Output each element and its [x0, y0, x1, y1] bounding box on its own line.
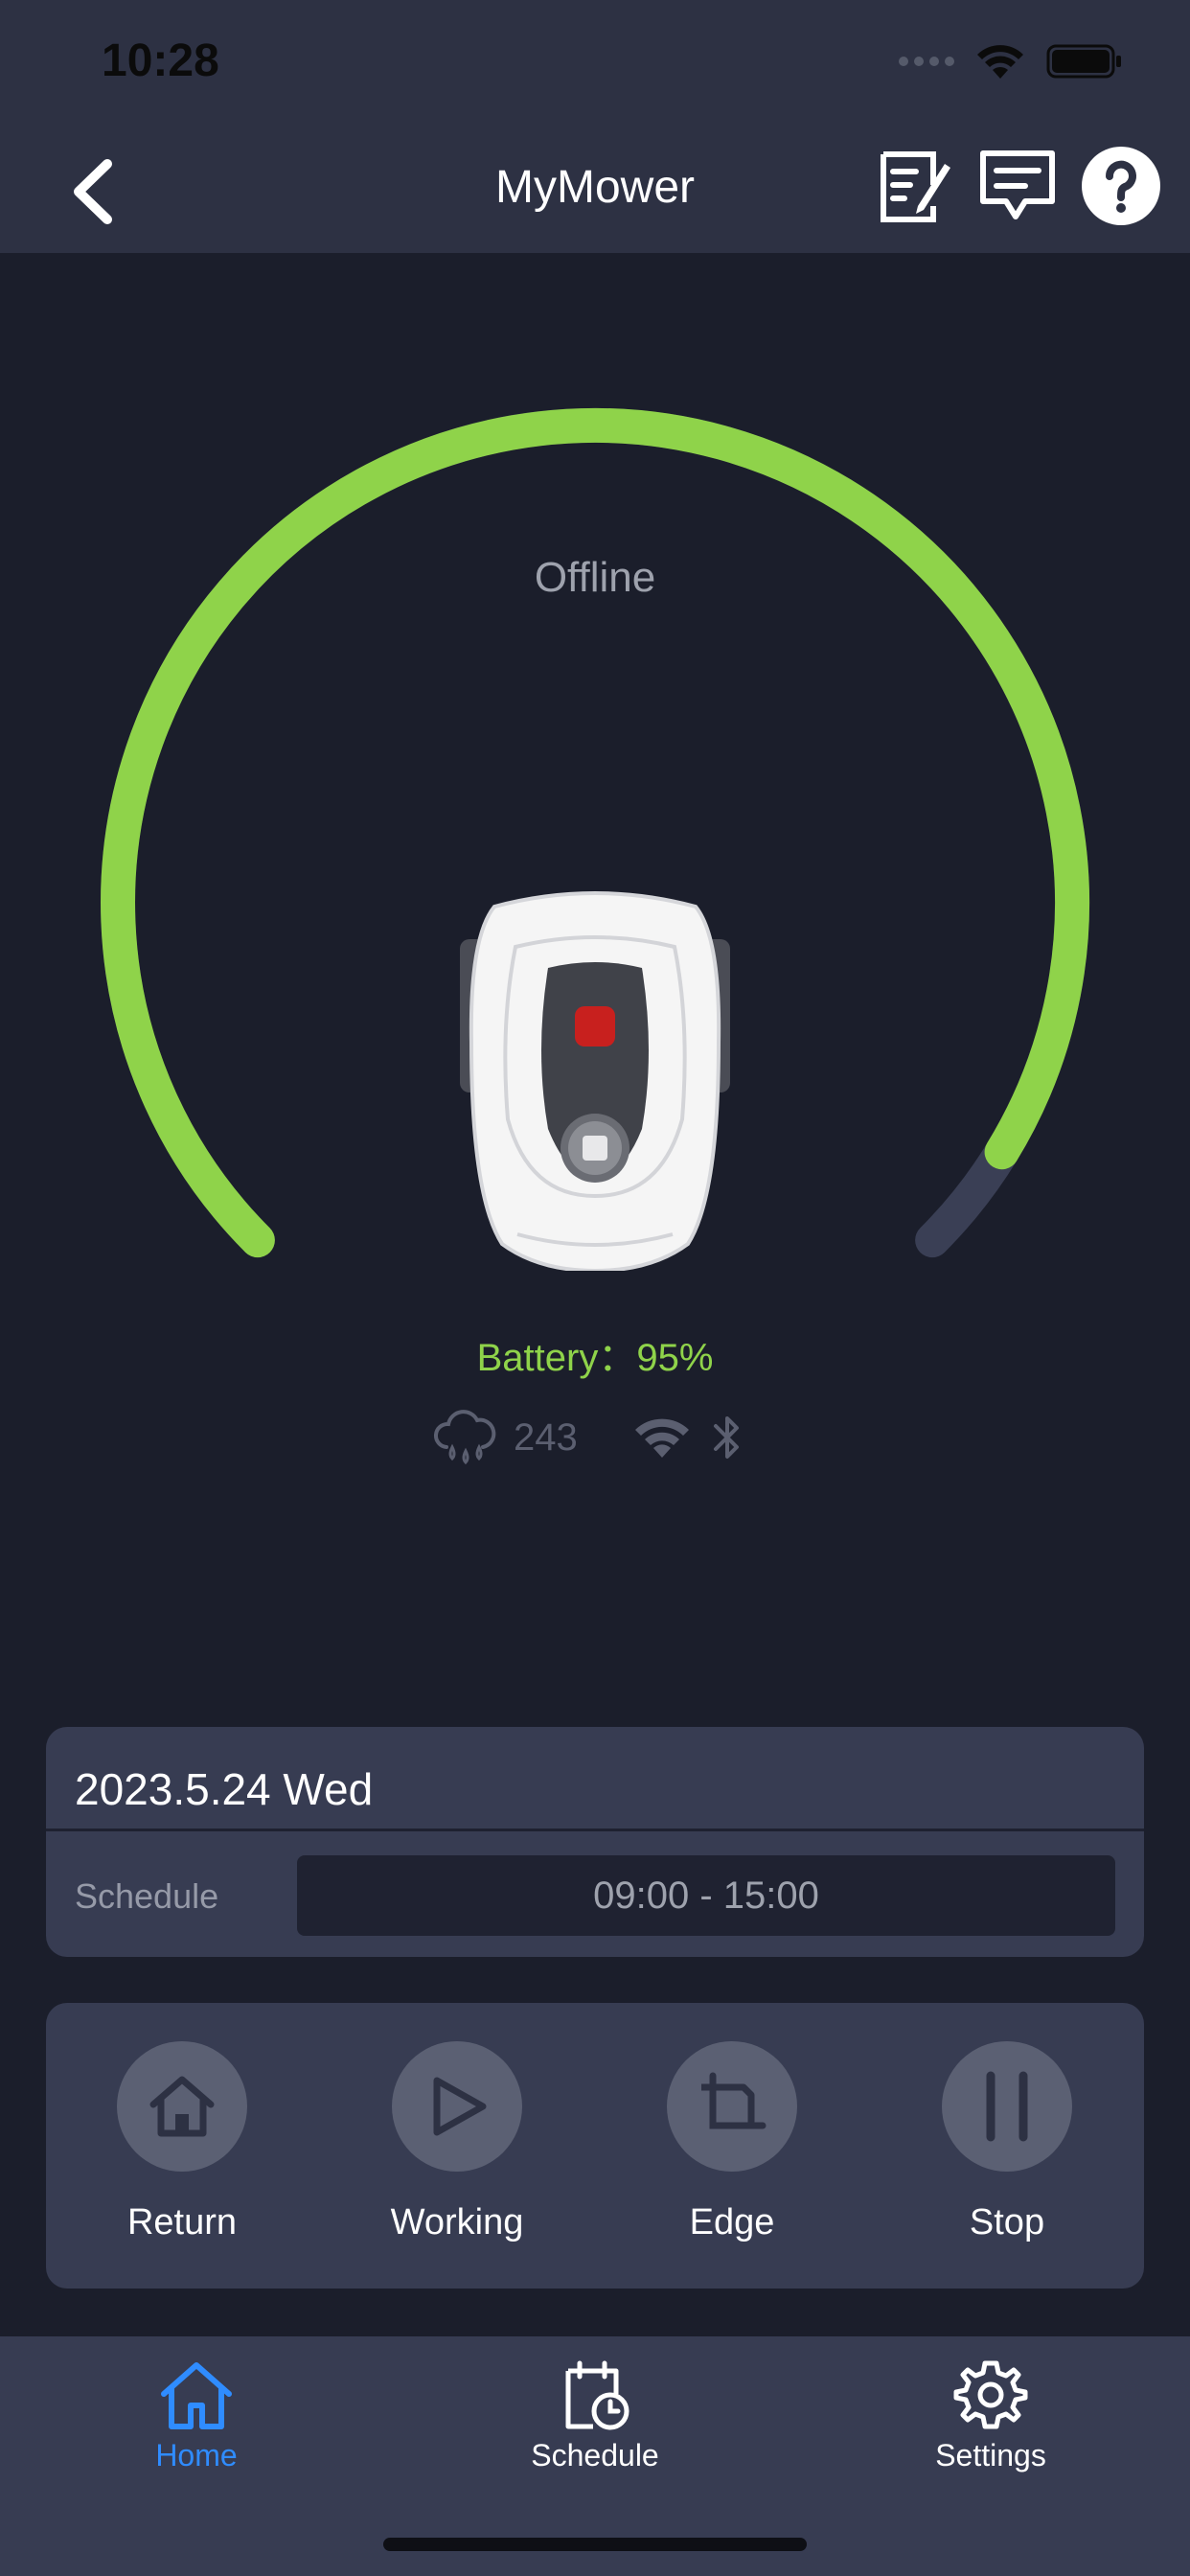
edit-log-button[interactable] [874, 146, 954, 226]
edge-button[interactable]: Edge [627, 2041, 837, 2243]
status-indicators [899, 42, 1123, 80]
rain-icon [434, 1410, 496, 1465]
home-icon [161, 2362, 232, 2429]
schedule-card[interactable]: 2023.5.24 Wed Schedule 09:00 - 15:00 [46, 1727, 1144, 1957]
tab-schedule[interactable]: Schedule [470, 2358, 720, 2473]
tab-schedule-label: Schedule [531, 2438, 659, 2472]
bluetooth-icon [713, 1416, 739, 1459]
stop-label: Stop [969, 2202, 1045, 2242]
app-root: 10:28 MyMower Offline Battery：95% 243 20… [0, 0, 1190, 2576]
tab-home[interactable]: Home [72, 2358, 321, 2473]
mower-state: Offline [534, 554, 656, 601]
messages-button[interactable] [977, 146, 1058, 226]
message-icon [980, 150, 1055, 219]
help-button[interactable] [1081, 146, 1161, 226]
status-time: 10:28 [102, 35, 219, 86]
home-icon [149, 2076, 215, 2137]
schedule-date: 2023.5.24 Wed [75, 1764, 374, 1814]
edge-icon [701, 2072, 767, 2129]
tab-home-label: Home [155, 2438, 238, 2472]
tab-settings[interactable]: Settings [866, 2358, 1115, 2473]
working-label: Working [390, 2202, 524, 2242]
connectivity-row: 243 [433, 1409, 746, 1466]
return-button[interactable]: Return [77, 2041, 287, 2243]
battery-status-icon [1046, 44, 1121, 79]
mower-image [460, 880, 730, 1274]
battery-value: 95% [636, 1337, 714, 1379]
edit-note-icon [881, 151, 950, 222]
battery-label: Battery： [476, 1337, 637, 1379]
schedule-label: Schedule [75, 1876, 219, 1916]
home-indicator [383, 2538, 807, 2551]
divider [46, 1828, 1144, 1831]
cellular-signal-icon [899, 57, 954, 66]
wifi-icon [977, 45, 1023, 79]
calendar-clock-icon [565, 2360, 629, 2430]
schedule-time-range: 09:00 - 15:00 [297, 1855, 1115, 1936]
rain-value: 243 [514, 1415, 578, 1459]
header-actions [874, 146, 1161, 226]
tab-settings-label: Settings [935, 2438, 1046, 2472]
stop-button[interactable]: Stop [902, 2041, 1112, 2243]
gear-icon [953, 2360, 1028, 2429]
battery-readout: Battery：95% [0, 1326, 1190, 1382]
play-icon [433, 2077, 487, 2136]
return-label: Return [126, 2202, 238, 2242]
wifi-status-icon [634, 1418, 689, 1458]
working-button[interactable]: Working [352, 2041, 562, 2243]
edge-label: Edge [689, 2202, 775, 2242]
help-icon [1082, 147, 1160, 225]
pause-icon [986, 2071, 1028, 2142]
top-bar: 10:28 MyMower [0, 0, 1190, 253]
action-panel: Return Working Edge Stop [46, 2003, 1144, 2288]
